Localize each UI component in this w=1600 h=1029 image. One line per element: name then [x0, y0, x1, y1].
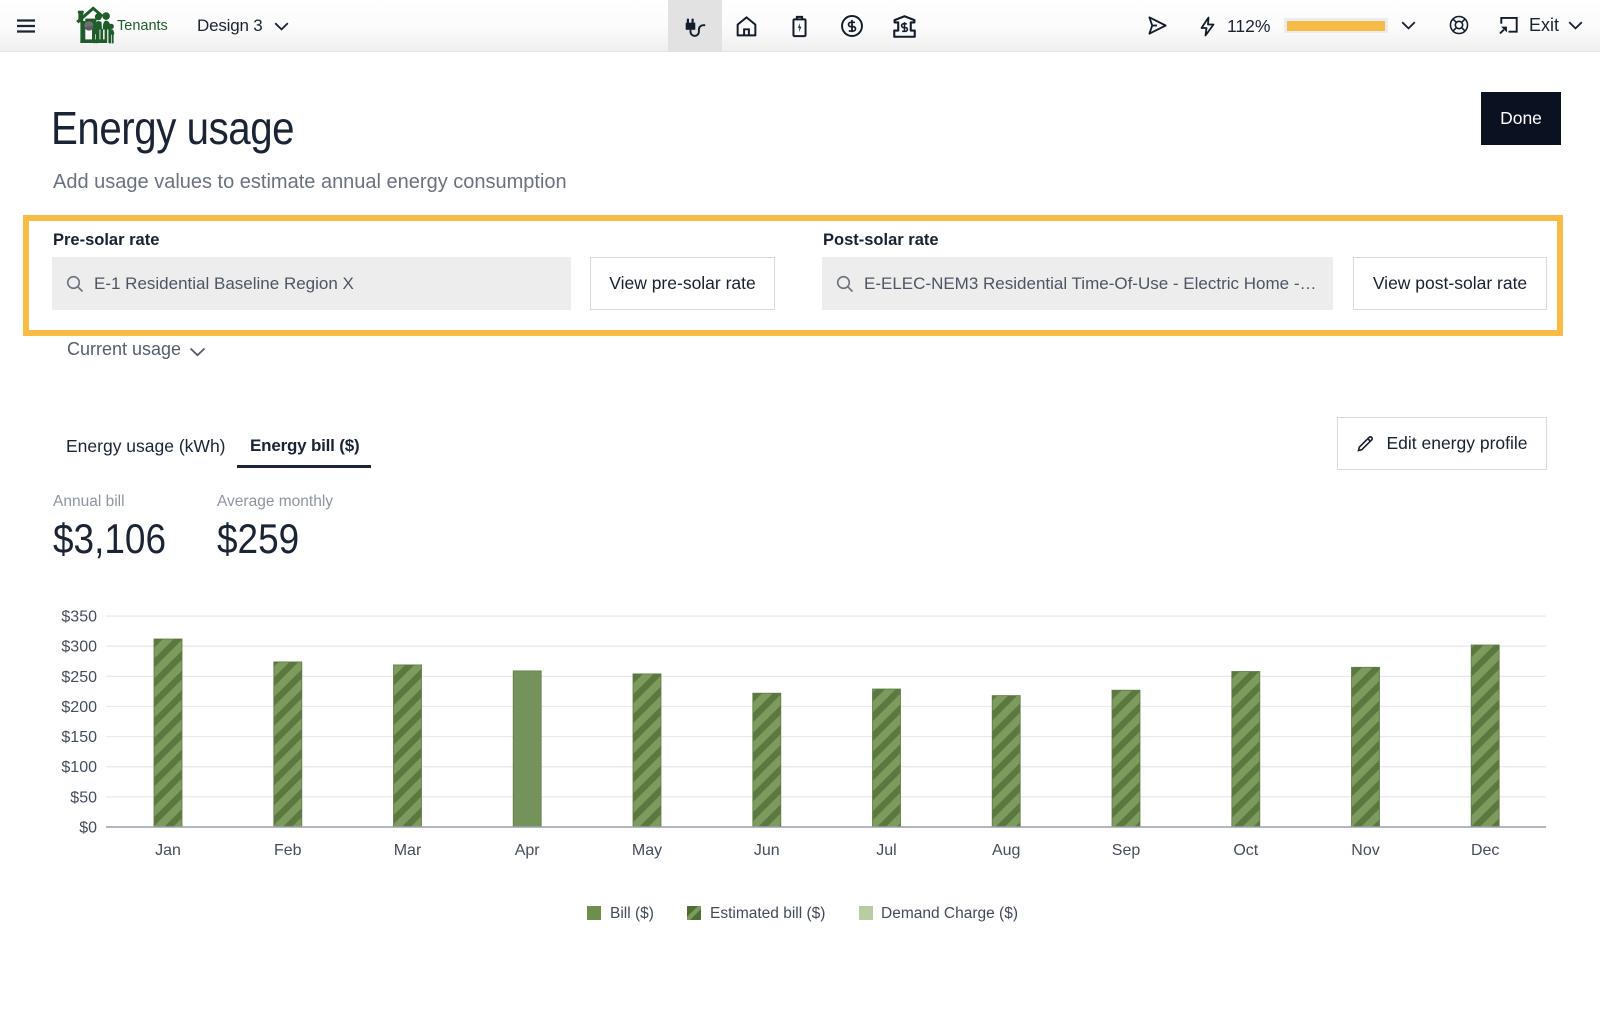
svg-text:$300: $300: [61, 639, 97, 656]
svg-text:$100: $100: [61, 759, 97, 776]
svg-text:$50: $50: [70, 789, 97, 806]
svg-text:Jul: Jul: [876, 842, 896, 859]
svg-text:Feb: Feb: [274, 842, 302, 859]
svg-text:$350: $350: [61, 609, 97, 626]
svg-text:Sep: Sep: [1112, 842, 1141, 859]
svg-text:May: May: [632, 842, 662, 859]
svg-text:$0: $0: [79, 820, 97, 837]
svg-text:$200: $200: [61, 699, 97, 716]
svg-text:$250: $250: [61, 669, 97, 686]
svg-text:Oct: Oct: [1233, 842, 1258, 859]
svg-text:Apr: Apr: [515, 842, 541, 859]
svg-text:Jan: Jan: [155, 842, 181, 859]
svg-text:Nov: Nov: [1351, 842, 1379, 859]
svg-text:Dec: Dec: [1471, 842, 1499, 859]
svg-text:Jun: Jun: [754, 842, 780, 859]
svg-text:$150: $150: [61, 729, 97, 746]
svg-text:Aug: Aug: [992, 842, 1020, 859]
svg-text:Mar: Mar: [394, 842, 422, 859]
